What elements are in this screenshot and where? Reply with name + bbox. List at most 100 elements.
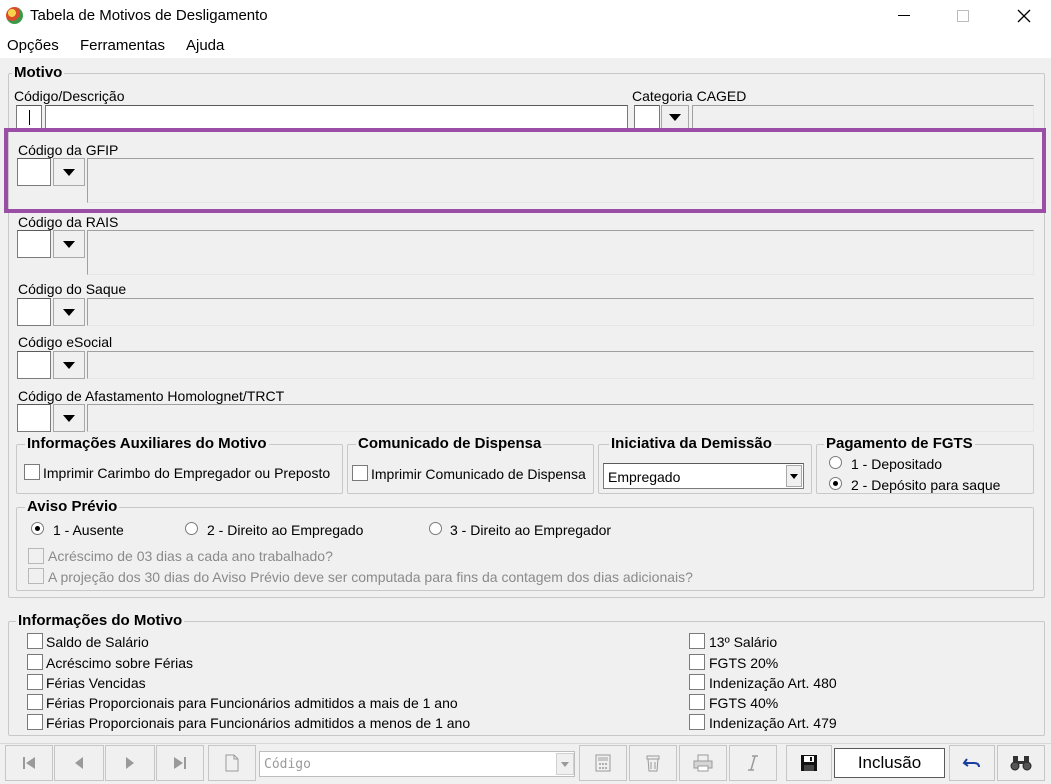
calculator-button[interactable]: [579, 745, 627, 781]
window-title: Tabela de Motivos de Desligamento: [30, 7, 268, 24]
imprimir-carimbo-label: Imprimir Carimbo do Empregador ou Prepos…: [43, 465, 331, 481]
saque-code-input[interactable]: [17, 298, 51, 326]
saque-description-field: [87, 298, 1034, 326]
caged-code-input[interactable]: [634, 105, 660, 129]
menu-opcoes[interactable]: Opções: [7, 37, 59, 54]
codigo-descricao-label: Código/Descrição: [14, 88, 125, 104]
imprimir-carimbo-checkbox[interactable]: [24, 464, 40, 480]
fgts-radio-depositado[interactable]: [829, 456, 842, 469]
chevron-down-icon: [561, 761, 569, 767]
close-icon: [1017, 9, 1031, 23]
undo-button[interactable]: [949, 745, 995, 781]
indenizacao-480-checkbox[interactable]: [689, 674, 705, 690]
fgts-radio-deposito-saque[interactable]: [829, 477, 842, 490]
esocial-description-field: [87, 351, 1034, 379]
projecao-label: A projeção dos 30 dias do Aviso Prévio d…: [48, 569, 693, 585]
calculator-icon: [595, 754, 611, 772]
delete-button[interactable]: [629, 745, 677, 781]
print-button[interactable]: [679, 745, 727, 781]
codigo-input[interactable]: [16, 105, 42, 129]
esocial-code-input[interactable]: [17, 351, 51, 379]
last-record-button[interactable]: [156, 745, 204, 781]
chevron-down-icon: [63, 308, 75, 316]
italic-button[interactable]: [729, 745, 777, 781]
caged-dropdown-button[interactable]: [661, 105, 689, 129]
imprimir-comunicado-label: Imprimir Comunicado de Dispensa: [371, 466, 586, 482]
save-button[interactable]: [786, 745, 832, 781]
acrescimo-ferias-checkbox[interactable]: [27, 654, 43, 670]
iniciativa-select[interactable]: Empregado: [603, 463, 804, 489]
imprimir-comunicado-checkbox[interactable]: [352, 465, 368, 481]
chevron-down-icon: [63, 361, 75, 369]
first-record-button[interactable]: [5, 745, 53, 781]
iniciativa-dropdown-button[interactable]: [786, 465, 802, 487]
save-icon: [801, 755, 817, 771]
homolognet-code-input[interactable]: [17, 404, 51, 432]
rais-description-field: [87, 230, 1034, 275]
esocial-dropdown-button[interactable]: [53, 351, 85, 379]
aviso-radio-ausente[interactable]: [31, 522, 44, 535]
code-search-dropdown-button[interactable]: [556, 753, 574, 775]
document-icon: [225, 754, 239, 772]
rais-dropdown-button[interactable]: [53, 230, 85, 258]
acrescimo-ferias-label: Acréscimo sobre Férias: [46, 655, 194, 671]
saldo-salario-label: Saldo de Salário: [46, 634, 149, 650]
info-aux-legend: Informações Auxiliares do Motivo: [25, 435, 269, 452]
fgts-option-deposito-saque: 2 - Depósito para saque: [851, 477, 1001, 493]
new-document-button[interactable]: [208, 745, 256, 781]
search-button[interactable]: [997, 745, 1045, 781]
minimize-button[interactable]: [881, 0, 927, 32]
homolognet-dropdown-button[interactable]: [53, 404, 85, 432]
first-record-icon: [23, 757, 35, 769]
saldo-salario-checkbox[interactable]: [27, 633, 43, 649]
aviso-radio-empregado[interactable]: [185, 522, 198, 535]
iniciativa-selected-value: Empregado: [608, 469, 681, 485]
maximize-icon: [957, 10, 969, 22]
fgts-40-label: FGTS 40%: [709, 695, 779, 711]
fgts-legend: Pagamento de FGTS: [824, 435, 975, 452]
ferias-prop-mais-checkbox[interactable]: [27, 694, 43, 710]
acrescimo-checkbox[interactable]: [28, 548, 44, 564]
indenizacao-479-checkbox[interactable]: [689, 714, 705, 730]
gfip-highlight-box: [4, 128, 1046, 213]
maximize-button[interactable]: [940, 0, 986, 32]
aviso-option-ausente: 1 - Ausente: [53, 522, 124, 538]
menu-ajuda[interactable]: Ajuda: [186, 37, 224, 54]
fgts-40-checkbox[interactable]: [689, 694, 705, 710]
ferias-vencidas-checkbox[interactable]: [27, 674, 43, 690]
aviso-radio-empregador[interactable]: [429, 522, 442, 535]
printer-icon: [693, 754, 713, 772]
ferias-prop-menos-checkbox[interactable]: [27, 714, 43, 730]
motivo-legend: Motivo: [12, 64, 65, 81]
projecao-checkbox[interactable]: [28, 568, 44, 584]
ferias-prop-mais-label: Férias Proporcionais para Funcionários a…: [46, 695, 458, 711]
chevron-down-icon: [790, 473, 798, 479]
saque-dropdown-button[interactable]: [53, 298, 85, 326]
chevron-down-icon: [63, 414, 75, 422]
minimize-icon: [898, 15, 910, 16]
code-search-placeholder: Código: [264, 757, 311, 772]
fgts-20-checkbox[interactable]: [689, 654, 705, 670]
fgts-option-depositado: 1 - Depositado: [851, 456, 943, 472]
app-icon: [6, 7, 23, 24]
rais-code-input[interactable]: [17, 230, 51, 258]
saque-label: Código do Saque: [18, 281, 127, 297]
esocial-label: Código eSocial: [18, 334, 113, 350]
binoculars-icon: [1010, 756, 1032, 771]
aviso-option-empregador: 3 - Direito ao Empregador: [450, 522, 612, 538]
text-cursor: [29, 110, 30, 125]
descricao-input[interactable]: [45, 105, 628, 129]
decimo-terceiro-checkbox[interactable]: [689, 633, 705, 649]
close-button[interactable]: [1001, 0, 1047, 32]
chevron-down-icon: [669, 113, 681, 121]
info-motivo-legend: Informações do Motivo: [16, 612, 185, 629]
undo-icon: [962, 758, 980, 768]
chevron-down-icon: [63, 240, 75, 248]
previous-record-button[interactable]: [54, 745, 104, 781]
italic-icon: [748, 755, 758, 771]
previous-record-icon: [75, 757, 83, 769]
categoria-caged-label: Categoria CAGED: [632, 88, 747, 104]
next-record-button[interactable]: [105, 745, 155, 781]
code-search-combo[interactable]: Código: [259, 751, 575, 777]
menu-ferramentas[interactable]: Ferramentas: [80, 37, 165, 54]
